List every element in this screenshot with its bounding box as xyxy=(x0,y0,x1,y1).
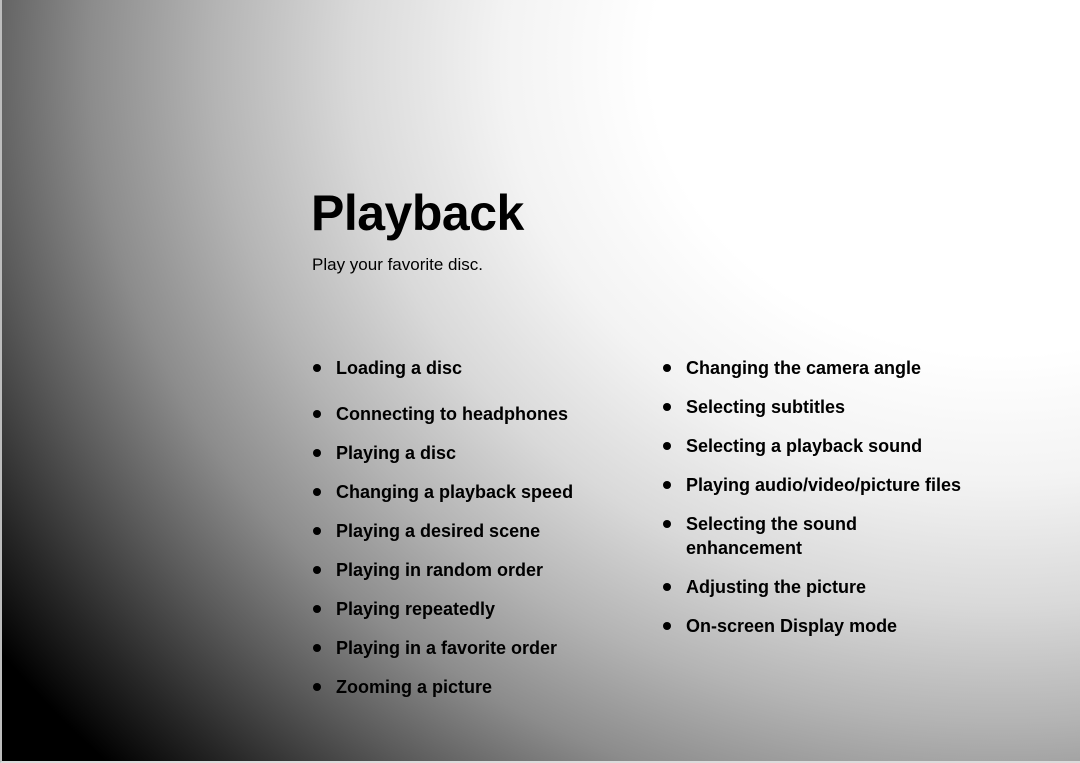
topic-item-changing-playback-speed[interactable]: Changing a playback speed xyxy=(311,480,631,504)
bullet-icon xyxy=(313,449,321,457)
bullet-icon xyxy=(663,481,671,489)
bullet-icon xyxy=(663,442,671,450)
topic-label: Connecting to headphones xyxy=(336,404,568,424)
topic-label: Playing in a favorite order xyxy=(336,638,558,658)
bullet-icon xyxy=(313,488,321,496)
topic-item-playing-random-order[interactable]: Playing in random order xyxy=(311,558,631,582)
bullet-icon xyxy=(313,683,321,691)
topic-label: Changing the camera angle xyxy=(686,358,922,378)
topic-item-adjusting-picture[interactable]: Adjusting the picture xyxy=(661,575,1021,599)
topic-list-left: Loading a disc Connecting to headphones … xyxy=(311,356,631,714)
topic-label: Playing audio/video/picture files xyxy=(686,475,962,495)
bullet-icon xyxy=(663,622,671,630)
topic-label: Playing repeatedly xyxy=(336,599,496,619)
topic-label: On-screen Display mode xyxy=(686,616,898,636)
playback-page: Playback Play your favorite disc. Loadin… xyxy=(0,0,1080,763)
bullet-icon xyxy=(313,527,321,535)
bullet-icon xyxy=(663,583,671,591)
topic-label: Selecting the sound enhancement xyxy=(686,514,858,558)
bullet-icon xyxy=(313,410,321,418)
page-title: Playback xyxy=(311,185,524,241)
bullet-icon xyxy=(313,364,321,372)
topic-label: Playing in random order xyxy=(336,560,544,580)
bullet-icon xyxy=(313,644,321,652)
topic-label: Changing a playback speed xyxy=(336,482,574,502)
topic-item-playing-media-files[interactable]: Playing audio/video/picture files xyxy=(661,473,1021,497)
topic-label: Playing a desired scene xyxy=(336,521,541,541)
topic-item-selecting-playback-sound[interactable]: Selecting a playback sound xyxy=(661,434,1021,458)
topic-item-playing-desired-scene[interactable]: Playing a desired scene xyxy=(311,519,631,543)
topic-item-loading-a-disc[interactable]: Loading a disc xyxy=(311,356,631,380)
bullet-icon xyxy=(313,566,321,574)
bullet-icon xyxy=(663,364,671,372)
bullet-icon xyxy=(313,605,321,613)
topic-item-connecting-to-headphones[interactable]: Connecting to headphones xyxy=(311,402,631,426)
topic-item-playing-favorite-order[interactable]: Playing in a favorite order xyxy=(311,636,631,660)
topic-label: Zooming a picture xyxy=(336,677,493,697)
topic-label: Playing a disc xyxy=(336,443,457,463)
topic-item-selecting-subtitles[interactable]: Selecting subtitles xyxy=(661,395,1021,419)
topic-item-on-screen-display-mode[interactable]: On-screen Display mode xyxy=(661,614,1021,638)
bullet-icon xyxy=(663,403,671,411)
topic-item-selecting-sound-enhancement[interactable]: Selecting the sound enhancement xyxy=(661,512,926,560)
topic-item-playing-a-disc[interactable]: Playing a disc xyxy=(311,441,631,465)
page-subtitle: Play your favorite disc. xyxy=(312,255,484,274)
bullet-icon xyxy=(663,520,671,528)
topic-item-changing-camera-angle[interactable]: Changing the camera angle xyxy=(661,356,1021,380)
topic-item-playing-repeatedly[interactable]: Playing repeatedly xyxy=(311,597,631,621)
topic-label: Selecting a playback sound xyxy=(686,436,923,456)
topic-label: Adjusting the picture xyxy=(686,577,866,597)
topic-item-zooming-a-picture[interactable]: Zooming a picture xyxy=(311,675,631,699)
topic-list-right: Changing the camera angle Selecting subt… xyxy=(661,356,1021,653)
topic-label: Loading a disc xyxy=(336,358,463,378)
topic-label: Selecting subtitles xyxy=(686,397,846,417)
